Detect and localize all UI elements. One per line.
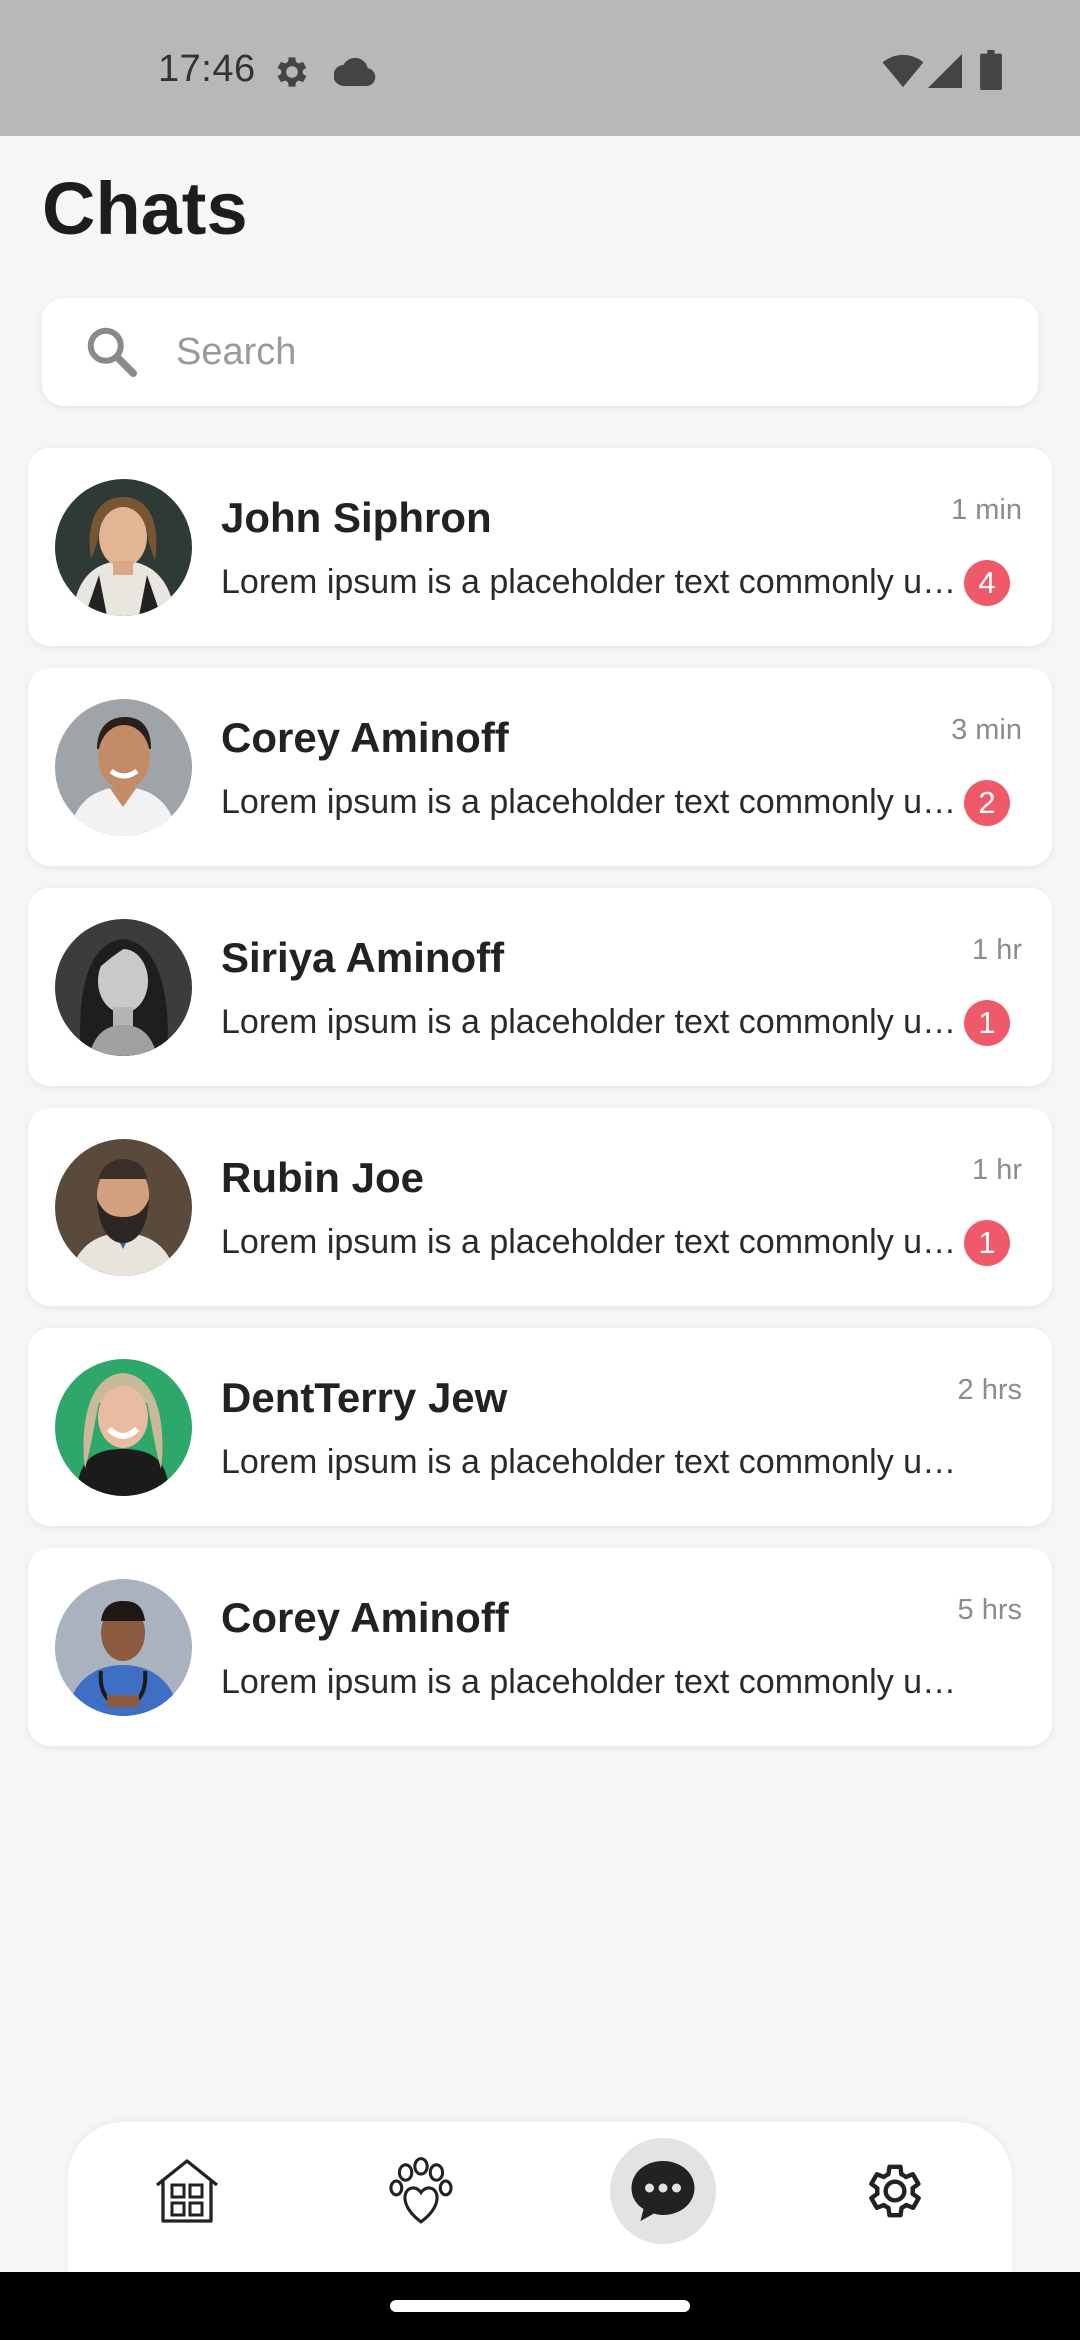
message-preview: Lorem ipsum is a placeholder text common…: [221, 1223, 966, 1261]
avatar-photo: [55, 1579, 192, 1716]
chat-list-item[interactable]: John Siphron 1 min Lorem ipsum is a plac…: [28, 448, 1052, 646]
message-preview: Lorem ipsum is a placeholder text common…: [221, 1003, 966, 1041]
contact-name: Corey Aminoff: [221, 714, 509, 761]
nav-home[interactable]: [129, 2136, 245, 2246]
avatar-photo: [55, 1359, 192, 1496]
avatar[interactable]: [55, 1359, 192, 1496]
wifi-icon: [882, 54, 924, 88]
message-time: 1 min: [951, 494, 1022, 526]
avatar-photo: [55, 479, 192, 616]
unread-badge: 1: [964, 1000, 1010, 1046]
avatar[interactable]: [55, 919, 192, 1056]
avatar[interactable]: [55, 699, 192, 836]
chat-list-item[interactable]: Corey Aminoff 3 min Lorem ipsum is a pla…: [28, 668, 1052, 866]
contact-name: Corey Aminoff: [221, 1594, 509, 1641]
search-input[interactable]: [176, 298, 996, 406]
status-bar: 17:46: [0, 0, 1080, 136]
contact-name: Rubin Joe: [221, 1154, 425, 1201]
page-title: Chats: [42, 167, 248, 250]
settings-icon: [277, 57, 307, 87]
paw-heart-icon: [389, 2157, 453, 2224]
avatar[interactable]: [55, 479, 192, 616]
nav-pets[interactable]: [363, 2136, 479, 2246]
avatar[interactable]: [55, 1139, 192, 1276]
search-icon: [87, 327, 137, 377]
unread-badge: 4: [964, 560, 1010, 606]
chat-list-item[interactable]: Rubin Joe 1 hr Lorem ipsum is a placehol…: [28, 1108, 1052, 1306]
battery-icon: [980, 50, 1002, 90]
cloud-icon: [334, 57, 376, 86]
nav-chats[interactable]: [605, 2136, 721, 2246]
chat-list: John Siphron 1 min Lorem ipsum is a plac…: [28, 448, 1052, 1768]
message-time: 3 min: [951, 714, 1022, 746]
avatar-photo: [55, 1139, 192, 1276]
avatar[interactable]: [55, 1579, 192, 1716]
avatar-photo: [55, 919, 192, 1056]
message-preview: Lorem ipsum is a placeholder text common…: [221, 1663, 966, 1701]
message-preview: Lorem ipsum is a placeholder text common…: [221, 1443, 966, 1481]
message-time: 1 hr: [972, 1154, 1022, 1186]
status-time: 17:46: [158, 48, 256, 90]
system-navigation-bar: [0, 2272, 1080, 2340]
home-icon: [155, 2159, 219, 2223]
settings-icon: [869, 2164, 921, 2218]
message-preview: Lorem ipsum is a placeholder text common…: [221, 783, 966, 821]
chat-list-item[interactable]: DentTerry Jew 2 hrs Lorem ipsum is a pla…: [28, 1328, 1052, 1526]
chat-list-item[interactable]: Corey Aminoff 5 hrs Lorem ipsum is a pla…: [28, 1548, 1052, 1746]
bottom-nav: [68, 2122, 1012, 2272]
message-time: 1 hr: [972, 934, 1022, 966]
chat-bubble-icon: [631, 2161, 695, 2221]
avatar-photo: [55, 699, 192, 836]
unread-badge: 2: [964, 780, 1010, 826]
search-bar[interactable]: [42, 298, 1038, 406]
chat-list-item[interactable]: Siriya Aminoff 1 hr Lorem ipsum is a pla…: [28, 888, 1052, 1086]
message-preview: Lorem ipsum is a placeholder text common…: [221, 563, 966, 601]
nav-settings[interactable]: [837, 2136, 953, 2246]
message-time: 5 hrs: [957, 1594, 1022, 1626]
message-time: 2 hrs: [957, 1374, 1022, 1406]
home-gesture-handle[interactable]: [390, 2300, 690, 2312]
contact-name: John Siphron: [221, 494, 492, 541]
contact-name: Siriya Aminoff: [221, 934, 505, 981]
signal-icon: [928, 54, 962, 88]
unread-badge: 1: [964, 1220, 1010, 1266]
contact-name: DentTerry Jew: [221, 1374, 508, 1421]
